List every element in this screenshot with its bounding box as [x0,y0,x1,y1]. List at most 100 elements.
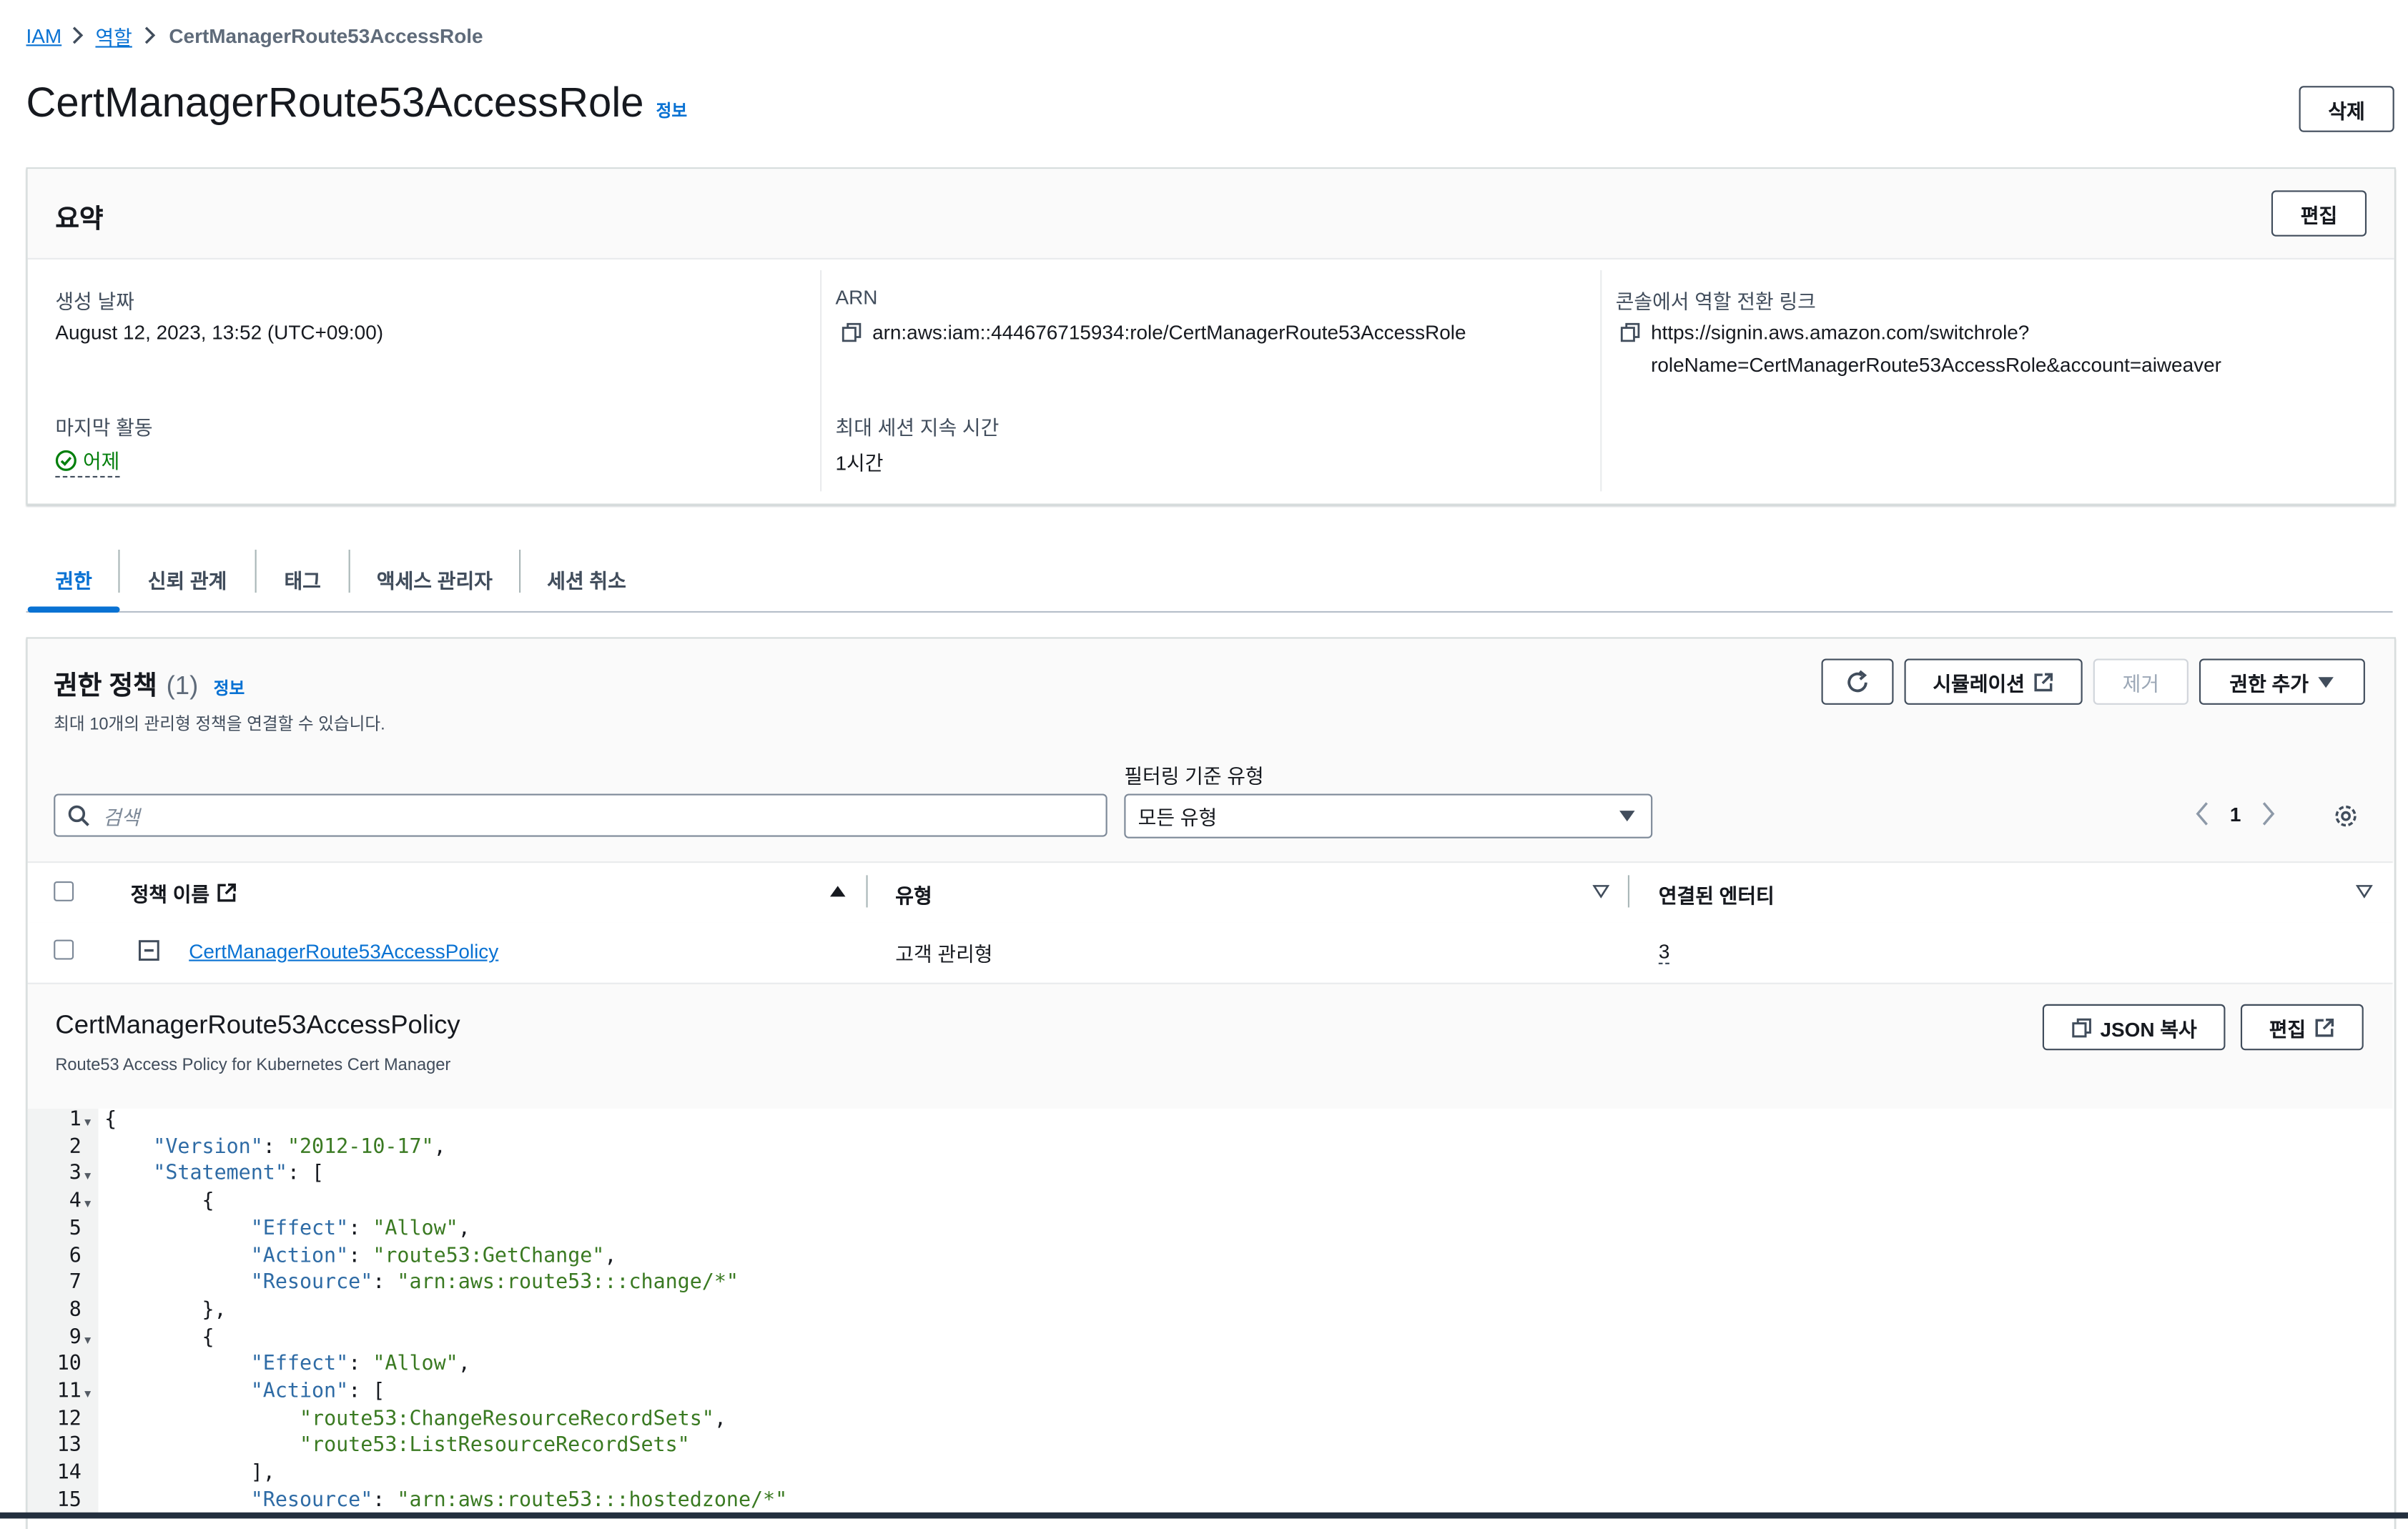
code-line: { [104,1189,214,1214]
delete-button-label: 삭제 [2328,99,2365,122]
code-line: "Action": [ [250,1380,385,1404]
delete-button[interactable]: 삭제 [2299,86,2394,132]
arn-row: arn:aws:iam::444676715934:role/CertManag… [842,321,1466,344]
line-number: 3 [69,1162,82,1187]
code-line: "Action": "route53:GetChange", [250,1244,617,1268]
permissions-title: 권한 정책 [54,671,157,701]
external-link-icon [218,883,237,902]
tab-permissions-label: 권한 [55,568,92,593]
column-type[interactable]: 유형 [895,880,932,909]
arn-value: arn:aws:iam::444676715934:role/CertManag… [872,320,1466,345]
remove-button[interactable]: 제거 [2093,658,2189,705]
created-value: August 12, 2023, 13:52 (UTC+09:00) [55,320,384,345]
bottom-bar [0,1512,2408,1519]
code-line: "Version": "2012-10-17", [153,1135,446,1159]
pagination: 1 [2193,798,2278,829]
code-line: "route53:ChangeResourceRecordSets", [299,1407,726,1431]
sort-ascending-icon[interactable] [829,884,847,898]
breadcrumb: IAM 역할 CertManagerRoute53AccessRole [26,21,483,49]
filter-type-value: 모든 유형 [1138,806,1218,829]
summary-panel: 요약 편집 생성 날짜 August 12, 2023, 13:52 (UTC+… [26,167,2396,505]
line-number: 4 [69,1189,82,1214]
chevron-right-icon [144,26,156,44]
fold-caret-icon[interactable]: ▼ [84,1117,91,1129]
page-title: CertManagerRoute53AccessRole [26,79,644,127]
tab-access-advisor[interactable]: 액세스 관리자 [350,548,519,610]
switch-role-link[interactable]: https://signin.aws.amazon.com/switchrole… [1651,316,2221,380]
breadcrumb-iam[interactable]: IAM [26,24,62,46]
policy-detail-title: CertManagerRoute53AccessPolicy [55,1010,460,1040]
policy-name-link[interactable]: CertManagerRoute53AccessPolicy [189,940,498,963]
page-number[interactable]: 1 [2230,802,2241,825]
policy-edit-button[interactable]: 편집 [2240,1004,2364,1051]
external-link-icon [2316,1017,2335,1036]
filter-type-label: 필터링 기준 유형 [1124,764,1264,788]
tab-access-advisor-label: 액세스 관리자 [376,568,493,593]
sort-icon[interactable] [1592,884,1610,899]
permissions-title-row: 권한 정책 (1) 정보 [54,663,245,702]
filter-type-select[interactable]: 모든 유형 [1124,793,1653,838]
sort-icon[interactable] [2356,884,2373,899]
policy-edit-label: 편집 [2269,1017,2306,1041]
info-link[interactable]: 정보 [656,98,687,122]
summary-divider [820,270,822,492]
switch-role-row: https://signin.aws.amazon.com/switchrole… [1620,321,2221,381]
tab-permissions[interactable]: 권한 [28,548,120,610]
tab-trust[interactable]: 신뢰 관계 [120,548,255,610]
add-permissions-button[interactable]: 권한 추가 [2199,658,2365,705]
last-activity-value: 어제 [82,450,120,473]
tab-bar [26,610,2393,613]
line-number: 14 [56,1462,82,1485]
summary-edit-label: 편집 [2300,203,2338,227]
row-checkbox[interactable] [54,939,74,960]
search-input[interactable]: 검색 [54,793,1107,837]
tab-revoke-sessions[interactable]: 세션 취소 [520,548,653,610]
external-link-icon [2035,672,2053,691]
arn-label: ARN [835,285,878,309]
settings-gear-icon[interactable] [2333,803,2359,829]
copy-icon [2071,1017,2091,1037]
code-line: "Statement": [ [153,1162,325,1187]
fold-caret-icon[interactable]: ▼ [84,1388,91,1400]
line-number: 13 [56,1435,82,1458]
simulate-button[interactable]: 시뮬레이션 [1904,658,2083,705]
line-number: 7 [69,1271,82,1295]
summary-title: 요약 [55,204,104,234]
fold-caret-icon[interactable]: ▼ [84,1171,91,1183]
iam-role-page: IAM 역할 CertManagerRoute53AccessRole Cert… [0,0,2408,1529]
breadcrumb-roles[interactable]: 역할 [95,21,132,50]
simulate-label: 시뮬레이션 [1933,671,2025,695]
tab-active-indicator [27,606,120,613]
chevron-right-icon[interactable] [2259,798,2278,829]
info-link[interactable]: 정보 [214,676,245,700]
copy-icon[interactable] [842,322,862,342]
summary-edit-button[interactable]: 편집 [2271,190,2367,237]
copy-json-button[interactable]: JSON 복사 [2042,1004,2226,1051]
line-number: 5 [69,1217,82,1241]
line-number: 10 [56,1353,82,1377]
search-placeholder: 검색 [102,805,140,828]
tab-tags[interactable]: 태그 [257,548,349,610]
last-activity-row[interactable]: 어제 [55,445,120,478]
refresh-button[interactable] [1821,658,1894,705]
summary-header [27,169,2394,260]
chevron-left-icon[interactable] [2193,798,2211,829]
created-label: 생성 날짜 [55,290,134,314]
column-policy-name[interactable]: 정책 이름 [131,879,237,908]
tab-tags-label: 태그 [284,568,321,593]
collapse-icon[interactable] [138,940,159,961]
search-icon [68,804,89,826]
success-check-icon [55,449,77,470]
code-line: }, [104,1298,227,1322]
column-attached-entities[interactable]: 연결된 엔터티 [1659,880,1775,909]
fold-caret-icon[interactable]: ▼ [84,1334,91,1346]
code-line: { [104,1325,214,1350]
select-all-checkbox[interactable] [54,881,74,901]
fold-caret-icon[interactable]: ▼ [84,1198,91,1210]
caret-down-icon [1619,811,1635,822]
page-header: CertManagerRoute53AccessRole 정보 [26,80,688,128]
copy-icon[interactable] [1620,322,1640,342]
column-divider [1627,875,1630,908]
breadcrumb-current: CertManagerRoute53AccessRole [169,24,483,47]
attached-entities-count[interactable]: 3 [1658,940,1670,964]
